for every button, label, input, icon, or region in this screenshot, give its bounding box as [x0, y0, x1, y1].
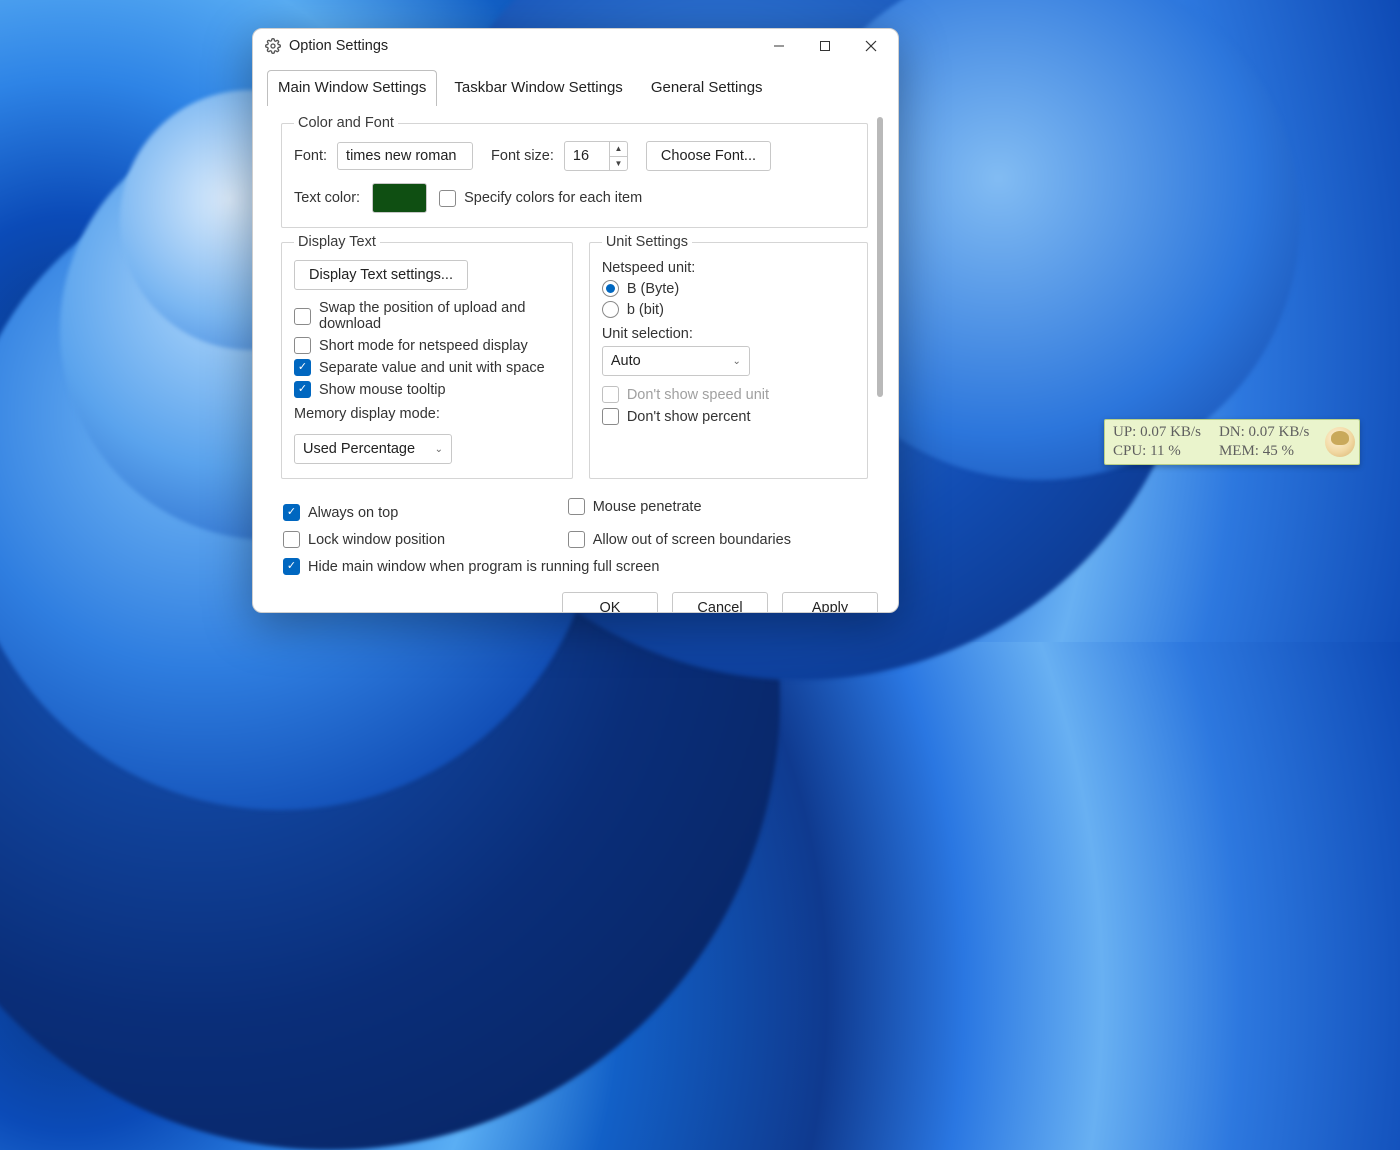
unit-selection-select[interactable]: Auto ⌄ — [602, 346, 750, 376]
short-mode-checkbox[interactable]: Short mode for netspeed display — [294, 337, 560, 354]
maximize-button[interactable] — [802, 29, 848, 63]
dialog-buttons: OK Cancel Apply — [253, 580, 898, 613]
widget-up: UP: 0.07 KB/s — [1113, 423, 1201, 443]
cancel-button[interactable]: Cancel — [672, 592, 768, 613]
minimize-button[interactable] — [756, 29, 802, 63]
memory-display-mode-select[interactable]: Used Percentage ⌄ — [294, 434, 452, 464]
widget-dn: DN: 0.07 KB/s — [1219, 423, 1309, 443]
close-button[interactable] — [848, 29, 894, 63]
text-color-label: Text color: — [294, 190, 360, 206]
chevron-down-icon[interactable]: ▼ — [610, 157, 627, 171]
dont-show-speed-unit-checkbox: Don't show speed unit — [602, 386, 855, 403]
apply-button[interactable]: Apply — [782, 592, 878, 613]
titlebar: Option Settings — [253, 29, 898, 63]
radio-bit[interactable]: b (bit) — [602, 301, 855, 318]
color-and-font-legend: Color and Font — [294, 115, 398, 131]
swap-upload-download-checkbox[interactable]: Swap the position of upload and download — [294, 300, 560, 332]
color-and-font-group: Color and Font Font: times new roman Fon… — [281, 115, 868, 228]
mouse-penetrate-checkbox[interactable]: Mouse penetrate — [568, 498, 849, 515]
gear-icon — [265, 38, 281, 54]
tab-bar: Main Window Settings Taskbar Window Sett… — [253, 63, 898, 105]
display-text-settings-button[interactable]: Display Text settings... — [294, 260, 468, 290]
font-size-spinner[interactable]: 16 ▲ ▼ — [564, 141, 628, 171]
tab-general-settings[interactable]: General Settings — [640, 70, 774, 106]
widget-cpu: CPU: 11 % — [1113, 442, 1201, 462]
lock-window-position-checkbox[interactable]: Lock window position — [283, 531, 564, 548]
ok-button[interactable]: OK — [562, 592, 658, 613]
display-text-legend: Display Text — [294, 234, 380, 250]
font-size-label: Font size: — [491, 148, 554, 164]
widget-avatar-icon — [1325, 427, 1355, 457]
font-label: Font: — [294, 148, 327, 164]
always-on-top-checkbox[interactable]: ✓ Always on top — [283, 504, 564, 521]
widget-mem: MEM: 45 % — [1219, 442, 1309, 462]
unit-settings-legend: Unit Settings — [602, 234, 692, 250]
window-title: Option Settings — [289, 38, 388, 54]
netspeed-unit-label: Netspeed unit: — [602, 260, 855, 276]
memory-display-mode-label: Memory display mode: — [294, 406, 440, 422]
chevron-down-icon: ⌄ — [435, 444, 443, 455]
allow-out-of-screen-checkbox[interactable]: Allow out of screen boundaries — [568, 531, 849, 548]
radio-byte[interactable]: B (Byte) — [602, 280, 855, 297]
netspeed-widget[interactable]: UP: 0.07 KB/s CPU: 11 % DN: 0.07 KB/s ME… — [1104, 419, 1360, 465]
unit-settings-group: Unit Settings Netspeed unit: B (Byte) b … — [589, 234, 868, 479]
specify-colors-checkbox[interactable]: Specify colors for each item — [439, 190, 642, 207]
text-color-swatch[interactable] — [372, 183, 427, 213]
choose-font-button[interactable]: Choose Font... — [646, 141, 771, 171]
display-text-group: Display Text Display Text settings... Sw… — [281, 234, 573, 479]
tab-taskbar-window-settings[interactable]: Taskbar Window Settings — [443, 70, 633, 106]
tab-main-window-settings[interactable]: Main Window Settings — [267, 70, 437, 106]
show-mouse-tooltip-checkbox[interactable]: ✓ Show mouse tooltip — [294, 381, 560, 398]
scrollbar-thumb[interactable] — [877, 117, 883, 397]
separate-value-unit-checkbox[interactable]: ✓ Separate value and unit with space — [294, 359, 560, 376]
unit-selection-label: Unit selection: — [602, 326, 855, 342]
font-input[interactable]: times new roman — [337, 142, 473, 170]
chevron-down-icon: ⌄ — [732, 356, 740, 367]
option-settings-window: Option Settings Main Window Settings Tas… — [252, 28, 899, 613]
chevron-up-icon[interactable]: ▲ — [610, 142, 627, 157]
dont-show-percent-checkbox[interactable]: Don't show percent — [602, 408, 855, 425]
general-checks-area: ✓ Always on top Mouse penetrate Lock win… — [267, 489, 872, 580]
vertical-scrollbar[interactable] — [872, 105, 888, 580]
hide-main-window-fullscreen-checkbox[interactable]: ✓ Hide main window when program is runni… — [283, 558, 868, 575]
